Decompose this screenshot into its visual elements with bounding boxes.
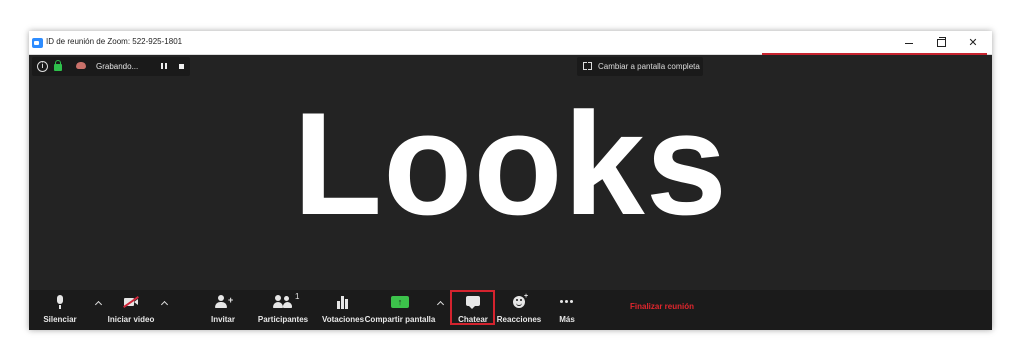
accent-line xyxy=(762,53,987,55)
end-meeting-button[interactable]: Finalizar reunión xyxy=(630,302,694,311)
zoom-logo-icon xyxy=(32,38,43,48)
video-off-icon xyxy=(121,295,141,309)
share-label: Compartir pantalla xyxy=(364,315,436,324)
minimize-button[interactable] xyxy=(893,31,925,54)
participants-label: Participantes xyxy=(257,315,309,324)
chat-highlight-box xyxy=(450,290,495,325)
more-button[interactable]: Más xyxy=(553,290,581,330)
reactions-button[interactable]: + Reacciones xyxy=(496,290,542,330)
window-title: ID de reunión de Zoom: 522-925-1801 xyxy=(46,37,183,46)
participants-count: 1 xyxy=(295,292,300,301)
polls-icon xyxy=(333,295,353,309)
mute-button[interactable]: Silenciar xyxy=(41,290,79,330)
invite-button[interactable]: + Invitar xyxy=(207,290,239,330)
title-bar: ID de reunión de Zoom: 522-925-1801 ✕ xyxy=(29,31,992,55)
stop-recording-icon[interactable] xyxy=(179,64,184,69)
start-video-button[interactable]: Iniciar video xyxy=(107,290,155,330)
add-person-icon: + xyxy=(213,295,233,309)
fullscreen-button[interactable]: Cambiar a pantalla completa xyxy=(577,57,703,76)
share-screen-button[interactable]: ↑ Compartir pantalla xyxy=(365,290,435,330)
fullscreen-icon xyxy=(583,62,592,70)
audio-options-caret[interactable] xyxy=(94,299,102,307)
reactions-label: Reacciones xyxy=(496,315,542,324)
recording-status: Grabando... xyxy=(96,62,139,71)
participants-icon: 1 xyxy=(273,292,299,309)
restore-button[interactable] xyxy=(925,31,957,54)
close-icon: ✕ xyxy=(968,37,978,49)
polls-label: Votaciones xyxy=(321,315,365,324)
minimize-icon xyxy=(905,43,913,44)
fullscreen-label: Cambiar a pantalla completa xyxy=(598,62,700,71)
video-options-caret[interactable] xyxy=(160,299,168,307)
info-icon[interactable]: i xyxy=(37,61,48,72)
invite-label: Invitar xyxy=(210,315,235,324)
pause-recording-icon[interactable] xyxy=(161,63,167,69)
microphone-icon xyxy=(50,295,70,309)
cloud-record-icon xyxy=(76,62,86,69)
share-screen-icon: ↑ xyxy=(390,295,410,309)
lock-icon[interactable] xyxy=(54,60,62,71)
mute-label: Silenciar xyxy=(43,315,77,324)
participants-button[interactable]: 1 Participantes xyxy=(257,290,309,330)
shared-screen-content: Looks xyxy=(293,82,728,245)
meeting-toolbar: Silenciar Iniciar video + Invitar 1 Part… xyxy=(29,290,992,330)
zoom-window: ID de reunión de Zoom: 522-925-1801 ✕ i … xyxy=(29,31,992,330)
add-reaction-icon: + xyxy=(509,293,529,309)
video-label: Iniciar video xyxy=(107,315,155,324)
more-label: Más xyxy=(559,315,575,324)
close-button[interactable]: ✕ xyxy=(957,31,989,54)
meeting-status-bar: i Grabando... xyxy=(32,57,190,76)
polls-button[interactable]: Votaciones xyxy=(321,290,365,330)
restore-icon xyxy=(936,36,946,47)
more-dots-icon xyxy=(557,295,577,309)
share-options-caret[interactable] xyxy=(436,299,444,307)
